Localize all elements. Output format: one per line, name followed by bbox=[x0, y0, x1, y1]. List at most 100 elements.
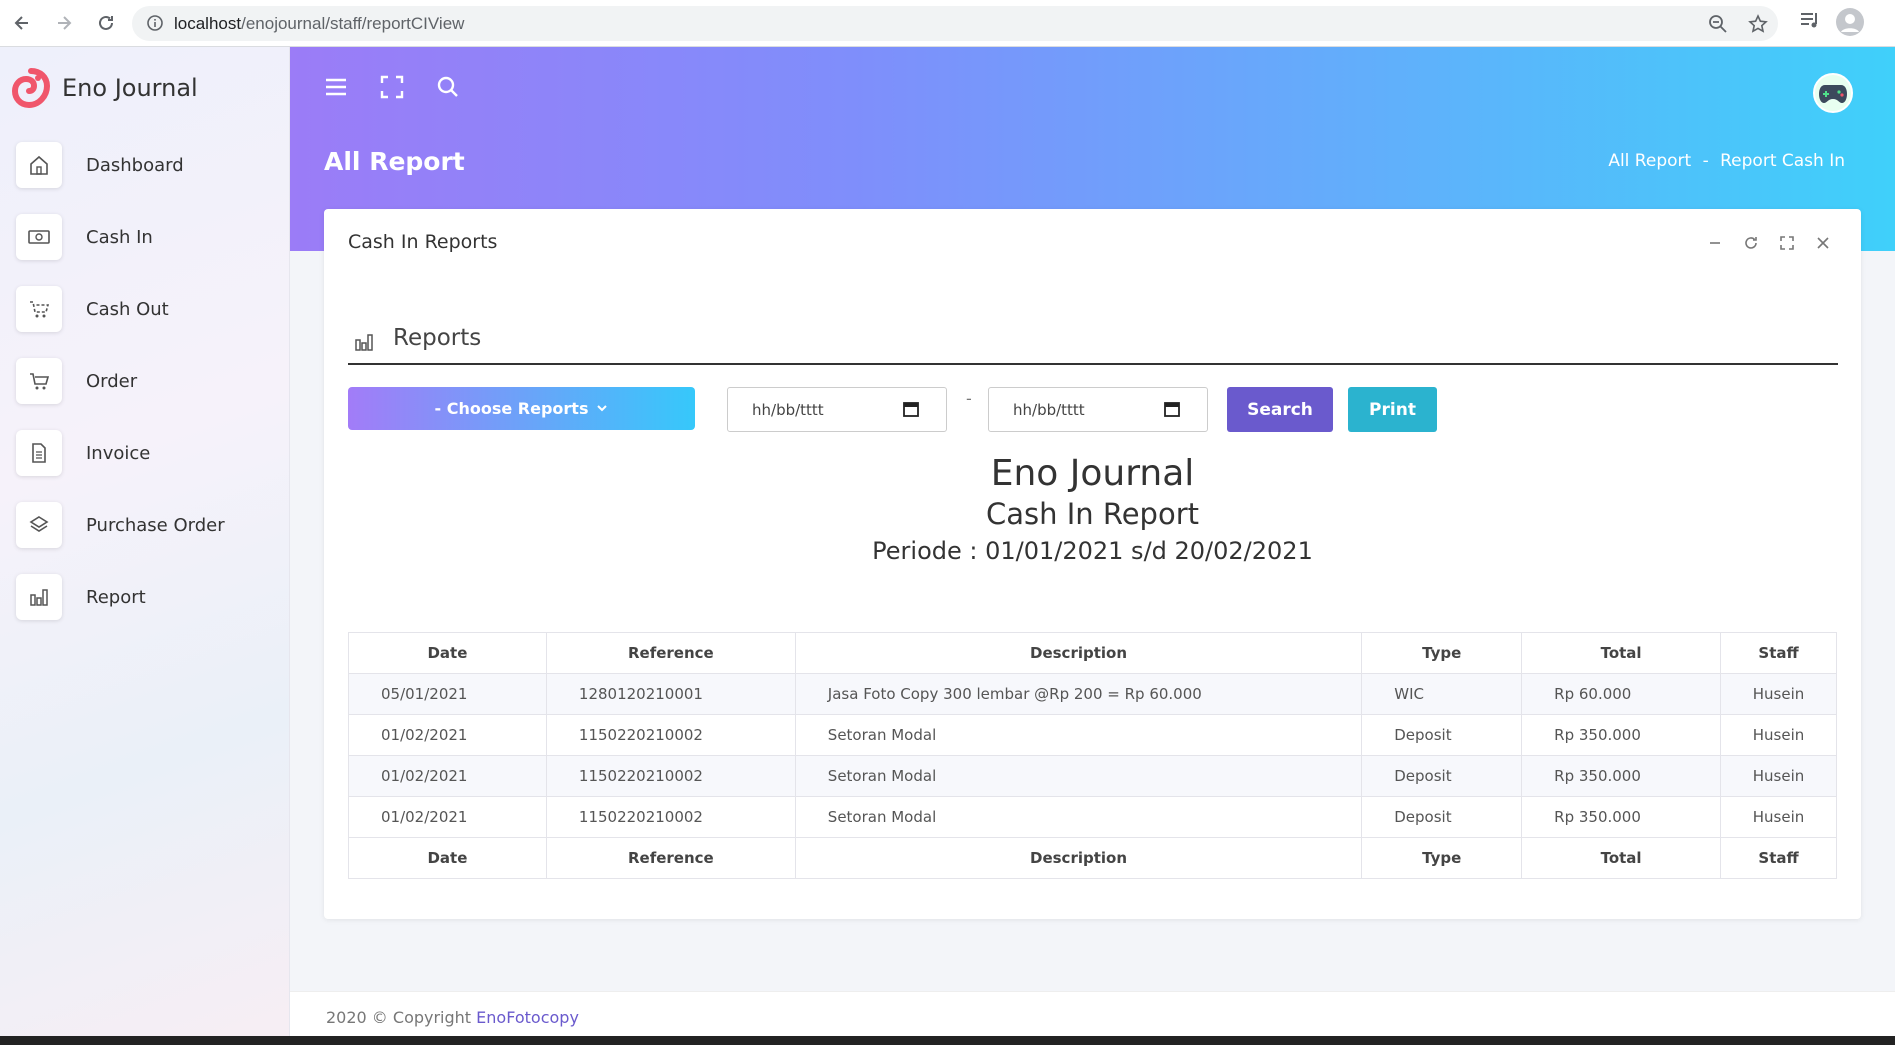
copyright-link[interactable]: EnoFotocopy bbox=[476, 1008, 579, 1027]
section-label: Reports bbox=[393, 325, 482, 351]
zoom-icon[interactable] bbox=[1708, 14, 1728, 38]
table-row: 01/02/2021 1150220210002 Setoran Modal D… bbox=[348, 714, 1837, 756]
cell-description: Jasa Foto Copy 300 lembar @Rp 200 = Rp 6… bbox=[794, 673, 1363, 715]
column-footer-description: Description bbox=[794, 837, 1363, 879]
breadcrumb-separator: - bbox=[1702, 151, 1709, 171]
copyright-text: 2020 © Copyright EnoFotocopy bbox=[326, 1008, 579, 1027]
cell-staff: Husein bbox=[1720, 714, 1837, 756]
app-logo[interactable]: Eno Journal bbox=[11, 67, 198, 109]
print-button[interactable]: Print bbox=[1348, 387, 1437, 432]
cell-type: Deposit bbox=[1361, 755, 1523, 797]
chevron-down-icon bbox=[596, 399, 608, 418]
info-icon[interactable] bbox=[146, 14, 164, 36]
copyright-label: 2020 © Copyright bbox=[326, 1008, 472, 1027]
url-path: /enojournal/staff/reportCIView bbox=[241, 14, 465, 33]
hamburger-menu-icon[interactable] bbox=[324, 75, 348, 103]
reports-section-header: Reports bbox=[348, 323, 1838, 365]
search-button[interactable]: Search bbox=[1227, 387, 1333, 432]
bar-chart-icon bbox=[16, 574, 62, 620]
column-header-total[interactable]: Total bbox=[1521, 632, 1722, 674]
back-icon[interactable] bbox=[8, 9, 36, 37]
cell-date: 01/02/2021 bbox=[348, 796, 547, 838]
sidebar-item-order[interactable]: Order bbox=[16, 357, 276, 405]
date-from-placeholder: hh/bb/tttt bbox=[752, 400, 824, 419]
calendar-icon[interactable] bbox=[1163, 400, 1181, 422]
close-icon[interactable] bbox=[1815, 235, 1831, 255]
cell-total: Rp 60.000 bbox=[1521, 673, 1722, 715]
card-title: Cash In Reports bbox=[348, 231, 498, 253]
report-company-name: Eno Journal bbox=[990, 453, 1195, 494]
cell-reference: 1150220210002 bbox=[545, 755, 796, 797]
column-header-staff[interactable]: Staff bbox=[1720, 632, 1837, 674]
cell-description: Setoran Modal bbox=[794, 796, 1363, 838]
reload-icon[interactable] bbox=[92, 9, 120, 37]
sidebar-item-cash-out[interactable]: Cash Out bbox=[16, 285, 276, 333]
date-to-placeholder: hh/bb/tttt bbox=[1013, 400, 1085, 419]
cell-staff: Husein bbox=[1720, 673, 1837, 715]
search-icon[interactable] bbox=[436, 75, 460, 103]
document-icon bbox=[16, 430, 62, 476]
sidebar-item-label: Cash In bbox=[86, 226, 153, 248]
cell-date: 01/02/2021 bbox=[348, 714, 547, 756]
cell-date: 01/02/2021 bbox=[348, 755, 547, 797]
column-footer-total: Total bbox=[1521, 837, 1722, 879]
expand-icon[interactable] bbox=[1779, 235, 1795, 255]
media-control-icon[interactable] bbox=[1799, 9, 1821, 35]
column-header-reference[interactable]: Reference bbox=[545, 632, 796, 674]
profile-icon[interactable] bbox=[1835, 7, 1865, 41]
choose-reports-label: - Choose Reports bbox=[434, 399, 589, 418]
minimize-icon[interactable] bbox=[1707, 235, 1723, 255]
cell-staff: Husein bbox=[1720, 755, 1837, 797]
sidebar-item-purchase-order[interactable]: Purchase Order bbox=[16, 501, 276, 549]
report-title: Cash In Report bbox=[985, 497, 1199, 531]
cell-total: Rp 350.000 bbox=[1521, 714, 1722, 756]
bar-chart-icon bbox=[354, 331, 376, 357]
app-name: Eno Journal bbox=[62, 74, 198, 102]
breadcrumb: All Report - Report Cash In bbox=[1608, 151, 1845, 171]
bookmark-star-icon[interactable] bbox=[1748, 14, 1768, 38]
cash-in-table: Date Reference Description Type Total St… bbox=[348, 632, 1837, 879]
user-avatar[interactable] bbox=[1813, 73, 1853, 113]
calendar-icon[interactable] bbox=[902, 400, 920, 422]
cell-reference: 1280120210001 bbox=[545, 673, 796, 715]
address-bar[interactable]: localhost/enojournal/staff/reportCIView bbox=[132, 6, 1778, 41]
column-header-date[interactable]: Date bbox=[348, 632, 547, 674]
taskbar-strip bbox=[0, 1036, 1895, 1045]
table-row: 01/02/2021 1150220210002 Setoran Modal D… bbox=[348, 796, 1837, 838]
cell-total: Rp 350.000 bbox=[1521, 755, 1722, 797]
date-to-input[interactable]: hh/bb/tttt bbox=[988, 387, 1208, 432]
cell-staff: Husein bbox=[1720, 796, 1837, 838]
cash-in-reports-card: Cash In Reports Reports - Choose Reports… bbox=[324, 209, 1861, 919]
sidebar-item-label: Purchase Order bbox=[86, 514, 225, 536]
sidebar-item-label: Dashboard bbox=[86, 154, 184, 176]
column-footer-reference: Reference bbox=[545, 837, 796, 879]
cell-date: 05/01/2021 bbox=[348, 673, 547, 715]
url-host: localhost bbox=[174, 14, 242, 33]
cell-type: Deposit bbox=[1361, 714, 1523, 756]
column-header-description[interactable]: Description bbox=[794, 632, 1363, 674]
breadcrumb-item-current: Report Cash In bbox=[1720, 151, 1845, 171]
cell-reference: 1150220210002 bbox=[545, 714, 796, 756]
breadcrumb-item-all-report[interactable]: All Report bbox=[1608, 151, 1691, 171]
date-separator: - bbox=[966, 389, 972, 408]
forward-icon[interactable] bbox=[50, 9, 78, 37]
column-header-type[interactable]: Type bbox=[1361, 632, 1523, 674]
sidebar-item-dashboard[interactable]: Dashboard bbox=[16, 141, 276, 189]
fullscreen-icon[interactable] bbox=[380, 75, 404, 103]
choose-reports-dropdown[interactable]: - Choose Reports bbox=[348, 387, 695, 430]
table-row: 01/02/2021 1150220210002 Setoran Modal D… bbox=[348, 755, 1837, 797]
home-icon bbox=[16, 142, 62, 188]
sidebar-item-invoice[interactable]: Invoice bbox=[16, 429, 276, 477]
url-text[interactable]: localhost/enojournal/staff/reportCIView bbox=[174, 14, 464, 34]
cart-icon bbox=[16, 286, 62, 332]
chameleon-logo-icon bbox=[11, 67, 51, 109]
browser-toolbar: localhost/enojournal/staff/reportCIView bbox=[0, 0, 1895, 47]
date-from-input[interactable]: hh/bb/tttt bbox=[727, 387, 947, 432]
cell-reference: 1150220210002 bbox=[545, 796, 796, 838]
table-header-row: Date Reference Description Type Total St… bbox=[348, 632, 1837, 674]
refresh-icon[interactable] bbox=[1743, 235, 1759, 255]
sidebar-item-label: Order bbox=[86, 370, 138, 392]
sidebar-item-cash-in[interactable]: Cash In bbox=[16, 213, 276, 261]
sidebar-item-report[interactable]: Report bbox=[16, 573, 276, 621]
report-period: Periode : 01/01/2021 s/d 20/02/2021 bbox=[872, 537, 1313, 565]
